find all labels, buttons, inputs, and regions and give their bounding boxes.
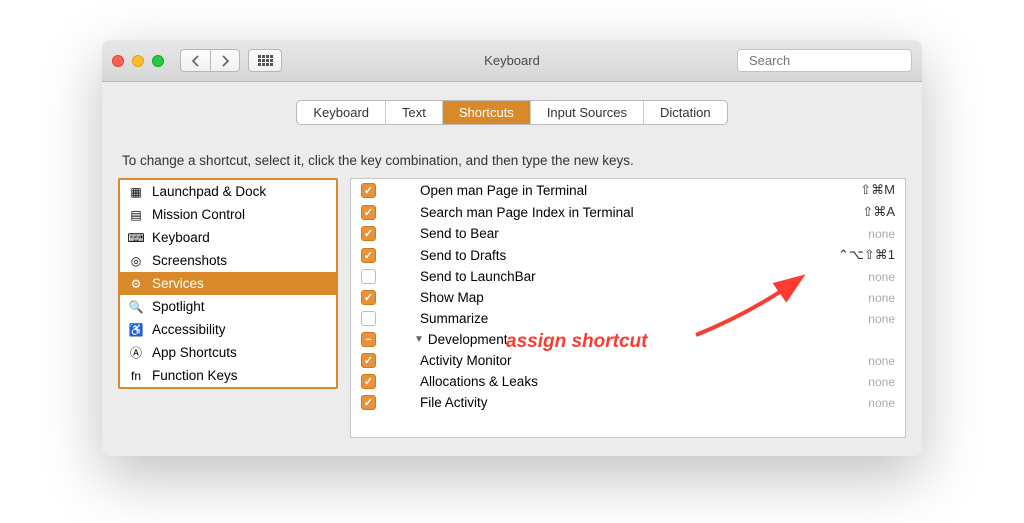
mission-control-icon: ▤ <box>128 207 144 223</box>
service-name: Activity Monitor <box>396 353 868 368</box>
chevron-right-icon <box>221 55 230 67</box>
service-row[interactable]: Show Mapnone <box>351 287 905 308</box>
service-group-label: Development <box>428 332 508 347</box>
search-input[interactable] <box>749 53 922 68</box>
keyboard-icon: ⌨ <box>128 230 144 246</box>
service-shortcut[interactable]: none <box>868 375 895 389</box>
service-shortcut[interactable]: none <box>868 312 895 326</box>
accessibility-icon: ♿ <box>128 322 144 338</box>
sidebar-item-app-shortcuts[interactable]: Ⓐ App Shortcuts <box>120 341 336 364</box>
tab-bar: KeyboardTextShortcutsInput SourcesDictat… <box>118 100 906 125</box>
grid-icon <box>258 55 273 66</box>
service-row[interactable]: Open man Page in Terminal⇧⌘M <box>351 179 905 201</box>
sidebar-item-spotlight[interactable]: 🔍 Spotlight <box>120 295 336 318</box>
sidebar-item-accessibility[interactable]: ♿ Accessibility <box>120 318 336 341</box>
sidebar-item-screenshots[interactable]: ◎ Screenshots <box>120 249 336 272</box>
forward-button[interactable] <box>210 49 240 72</box>
service-row[interactable]: Send to LaunchBarnone <box>351 266 905 287</box>
service-shortcut[interactable]: ⇧⌘M <box>860 182 895 198</box>
sidebar-item-label: Services <box>152 276 204 291</box>
service-group-header[interactable]: ▼ Development <box>351 329 905 350</box>
search-field[interactable] <box>737 49 912 72</box>
tab-input-sources[interactable]: Input Sources <box>531 101 644 124</box>
screenshots-icon: ◎ <box>128 253 144 269</box>
function-keys-icon: fn <box>128 368 144 384</box>
zoom-window-button[interactable] <box>152 55 164 67</box>
back-button[interactable] <box>180 49 210 72</box>
sidebar-item-label: Mission Control <box>152 207 245 222</box>
service-row[interactable]: Send to Bearnone <box>351 223 905 244</box>
service-name: Send to Drafts <box>396 248 838 263</box>
shortcuts-detail-panel: Open man Page in Terminal⇧⌘MSearch man P… <box>350 178 906 438</box>
sidebar-item-mission-control[interactable]: ▤ Mission Control <box>120 203 336 226</box>
service-shortcut[interactable]: none <box>868 396 895 410</box>
sidebar-item-label: Spotlight <box>152 299 205 314</box>
service-row[interactable]: Search man Page Index in Terminal⇧⌘A <box>351 201 905 223</box>
service-group-checkbox[interactable] <box>361 332 376 347</box>
service-name: Allocations & Leaks <box>396 374 868 389</box>
sidebar-item-keyboard[interactable]: ⌨ Keyboard <box>120 226 336 249</box>
service-row[interactable]: Activity Monitornone <box>351 350 905 371</box>
service-shortcut[interactable]: none <box>868 270 895 284</box>
titlebar: Keyboard <box>102 40 922 82</box>
tab-text[interactable]: Text <box>386 101 443 124</box>
service-checkbox[interactable] <box>361 395 376 410</box>
sidebar-item-label: Accessibility <box>152 322 226 337</box>
service-shortcut[interactable]: ⇧⌘A <box>862 204 895 220</box>
minimize-window-button[interactable] <box>132 55 144 67</box>
service-checkbox[interactable] <box>361 311 376 326</box>
service-shortcut[interactable]: none <box>868 227 895 241</box>
show-all-button[interactable] <box>248 49 282 72</box>
service-name: Send to LaunchBar <box>396 269 868 284</box>
preferences-window: Keyboard KeyboardTextShortcutsInput Sour… <box>102 40 922 456</box>
sidebar-item-function-keys[interactable]: fn Function Keys <box>120 364 336 387</box>
tab-keyboard[interactable]: Keyboard <box>297 101 386 124</box>
sidebar-item-label: Keyboard <box>152 230 210 245</box>
instruction-text: To change a shortcut, select it, click t… <box>122 153 902 168</box>
sidebar-item-launchpad-dock[interactable]: ▦ Launchpad & Dock <box>120 180 336 203</box>
sidebar-item-label: Launchpad & Dock <box>152 184 266 199</box>
service-row[interactable]: Allocations & Leaksnone <box>351 371 905 392</box>
spotlight-icon: 🔍 <box>128 299 144 315</box>
tab-dictation[interactable]: Dictation <box>644 101 727 124</box>
disclosure-triangle-icon[interactable]: ▼ <box>414 334 424 345</box>
service-row[interactable]: Summarizenone <box>351 308 905 329</box>
launchpad-icon: ▦ <box>128 184 144 200</box>
services-icon: ⚙ <box>128 276 144 292</box>
service-name: Show Map <box>396 290 868 305</box>
service-checkbox[interactable] <box>361 374 376 389</box>
service-name: Summarize <box>396 311 868 326</box>
sidebar-item-label: Function Keys <box>152 368 238 383</box>
service-checkbox[interactable] <box>361 353 376 368</box>
service-checkbox[interactable] <box>361 205 376 220</box>
category-sidebar: ▦ Launchpad & Dock ▤ Mission Control ⌨ Keyboa… <box>118 178 338 389</box>
sidebar-item-label: App Shortcuts <box>152 345 237 360</box>
service-checkbox[interactable] <box>361 248 376 263</box>
tab-shortcuts[interactable]: Shortcuts <box>443 101 531 124</box>
sidebar-item-label: Screenshots <box>152 253 227 268</box>
service-shortcut[interactable]: none <box>868 291 895 305</box>
traffic-lights <box>112 55 164 67</box>
service-row[interactable]: Send to Drafts⌃⌥⇧⌘1 <box>351 244 905 266</box>
service-name: File Activity <box>396 395 868 410</box>
service-name: Open man Page in Terminal <box>396 183 860 198</box>
sidebar-item-services[interactable]: ⚙ Services <box>120 272 336 295</box>
service-checkbox[interactable] <box>361 183 376 198</box>
service-name: Search man Page Index in Terminal <box>396 205 862 220</box>
service-row[interactable]: File Activitynone <box>351 392 905 413</box>
chevron-left-icon <box>191 55 200 67</box>
app-shortcuts-icon: Ⓐ <box>128 345 144 361</box>
service-checkbox[interactable] <box>361 226 376 241</box>
service-shortcut[interactable]: none <box>868 354 895 368</box>
close-window-button[interactable] <box>112 55 124 67</box>
service-shortcut[interactable]: ⌃⌥⇧⌘1 <box>838 247 895 263</box>
service-name: Send to Bear <box>396 226 868 241</box>
service-checkbox[interactable] <box>361 269 376 284</box>
service-checkbox[interactable] <box>361 290 376 305</box>
